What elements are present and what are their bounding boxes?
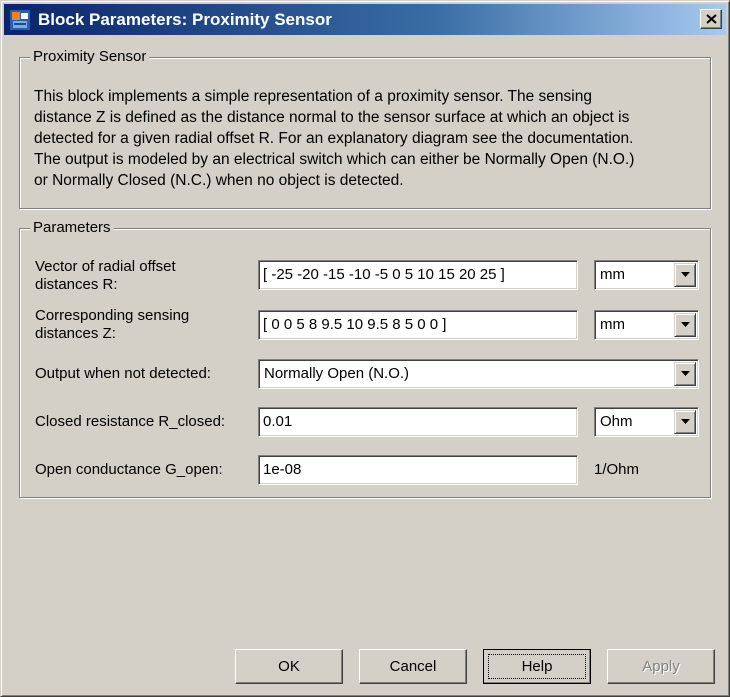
radial-offset-label-line: Vector of radial offset (35, 258, 176, 275)
chevron-down-icon (681, 322, 690, 327)
dialog-window: Block Parameters: Proximity Sensor Proxi… (0, 0, 730, 697)
description-line: This block implements a simple represent… (34, 88, 592, 105)
closed-resistance-unit-value: Ohm (600, 413, 633, 430)
output-not-detected-value: Normally Open (N.O.) (264, 365, 410, 382)
close-button[interactable] (700, 9, 722, 29)
dropdown-arrow-button[interactable] (674, 362, 696, 386)
chevron-down-icon (681, 419, 690, 424)
closed-resistance-unit-select[interactable]: Ohm (594, 407, 699, 437)
radial-offset-input[interactable]: [ -25 -20 -15 -10 -5 0 5 10 15 20 25 ] (258, 260, 578, 290)
ok-button[interactable]: OK (235, 649, 343, 684)
cancel-button-label: Cancel (389, 658, 437, 675)
parameters-group-title: Parameters (30, 219, 114, 237)
help-button[interactable]: Help (483, 649, 591, 684)
radial-offset-label: Vector of radial offset distances R: (35, 258, 176, 294)
description-line: distance Z is defined as the distance no… (34, 109, 630, 126)
focus-ring (488, 654, 586, 679)
apply-button[interactable]: Apply (607, 649, 715, 684)
output-not-detected-select[interactable]: Normally Open (N.O.) (258, 359, 699, 389)
radial-offset-label-line: distances R: (35, 276, 118, 293)
closed-resistance-label: Closed resistance R_closed: (35, 413, 226, 430)
window-title: Block Parameters: Proximity Sensor (38, 10, 332, 29)
description-line: or Normally Closed (N.C.) when no object… (34, 172, 404, 189)
radial-offset-unit-select[interactable]: mm (594, 260, 699, 290)
close-icon (706, 14, 717, 24)
open-conductance-label: Open conductance G_open: (35, 461, 223, 478)
block-description: This block implements a simple represent… (34, 86, 714, 191)
chevron-down-icon (681, 272, 690, 277)
sensing-distances-input[interactable]: [ 0 0 5 8 9.5 10 9.5 8 5 0 0 ] (258, 310, 578, 340)
output-not-detected-label: Output when not detected: (35, 365, 211, 382)
cancel-button[interactable]: Cancel (359, 649, 467, 684)
description-group-title: Proximity Sensor (30, 48, 150, 66)
dropdown-arrow-button[interactable] (674, 410, 696, 434)
sensing-distances-unit-select[interactable]: mm (594, 310, 699, 340)
title-bar[interactable]: Block Parameters: Proximity Sensor (4, 4, 726, 35)
description-groupbox: Proximity Sensor This block implements a… (19, 48, 714, 209)
open-conductance-unit: 1/Ohm (594, 461, 640, 478)
apply-button-label: Apply (642, 658, 680, 675)
radial-offset-unit-value: mm (600, 266, 625, 283)
dropdown-arrow-button[interactable] (674, 313, 696, 337)
open-conductance-input[interactable]: 1e-08 (258, 455, 578, 485)
sensing-distances-label: Corresponding sensing distances Z: (35, 307, 189, 343)
dropdown-arrow-button[interactable] (674, 263, 696, 287)
description-line: The output is modeled by an electrical s… (34, 151, 635, 168)
sensing-distances-unit-value: mm (600, 316, 625, 333)
ok-button-label: OK (278, 658, 300, 675)
sensing-distances-label-line: distances Z: (35, 325, 116, 342)
chevron-down-icon (681, 371, 690, 376)
closed-resistance-input[interactable]: 0.01 (258, 407, 578, 437)
sensing-distances-label-line: Corresponding sensing (35, 307, 190, 324)
app-icon (10, 10, 30, 30)
description-line: detected for a given radial offset R. Fo… (34, 130, 634, 147)
